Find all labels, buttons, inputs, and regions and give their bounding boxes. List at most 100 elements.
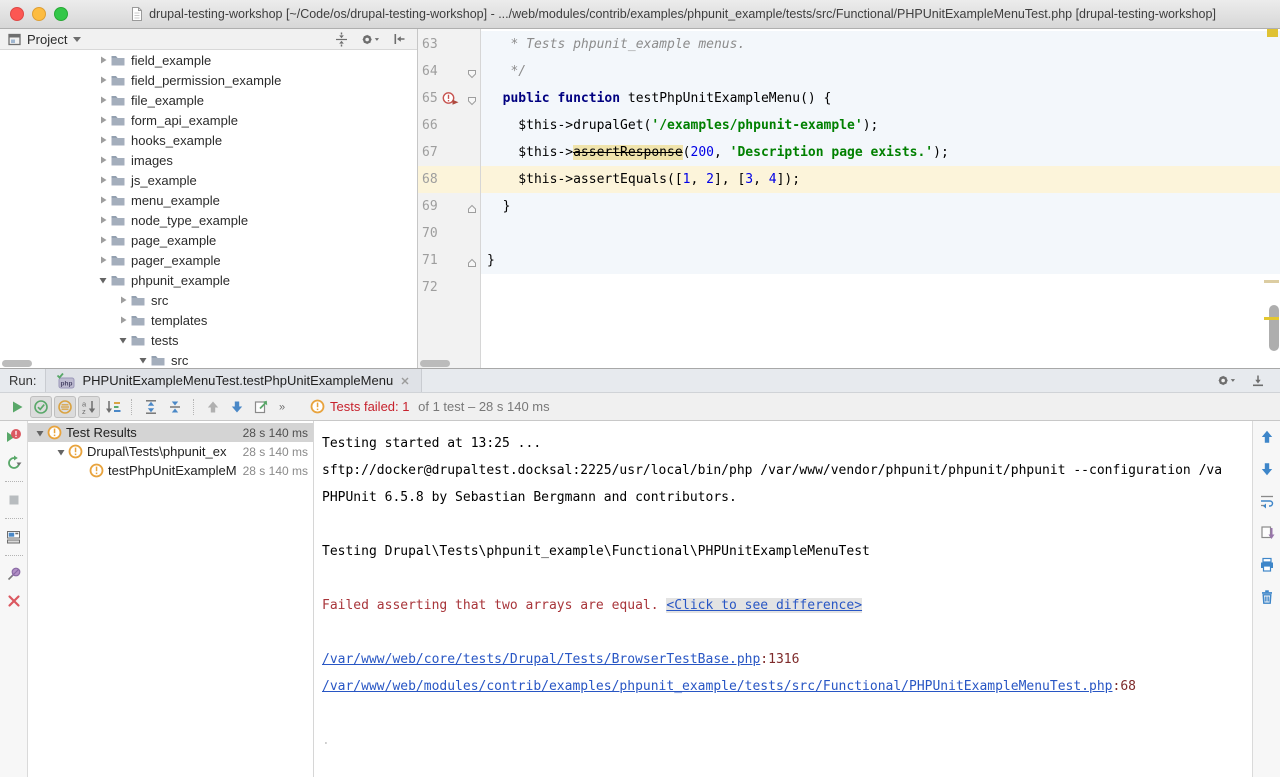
run-settings-button[interactable] — [1216, 371, 1236, 391]
pin-tab-button[interactable] — [4, 564, 24, 584]
chevron-right-icon[interactable] — [95, 234, 110, 246]
code-line[interactable] — [487, 220, 1280, 247]
show-ignored-toggle[interactable] — [54, 396, 76, 418]
project-tree-item[interactable]: templates — [0, 310, 417, 330]
project-tree-item[interactable]: js_example — [0, 170, 417, 190]
editor-vertical-scrollbar[interactable] — [1269, 305, 1279, 351]
chevron-down-icon[interactable] — [95, 274, 110, 286]
chevron-right-icon[interactable] — [95, 154, 110, 166]
chevron-right-icon[interactable] — [95, 194, 110, 206]
chevron-right-icon[interactable] — [95, 54, 110, 66]
hide-run-panel-button[interactable] — [1248, 371, 1268, 391]
test-tree-item[interactable]: testPhpUnitExampleM28 s 140 ms — [28, 461, 313, 480]
project-tree-item[interactable]: node_type_example — [0, 210, 417, 230]
project-tree-item[interactable]: phpunit_example — [0, 270, 417, 290]
fold-marker-icon[interactable] — [467, 93, 477, 111]
test-tree-item[interactable]: Test Results28 s 140 ms — [28, 423, 313, 442]
code-line[interactable]: } — [487, 247, 1280, 274]
chevron-right-icon[interactable] — [115, 314, 130, 326]
hide-project-panel-button[interactable] — [389, 29, 409, 49]
close-tab-button[interactable] — [4, 591, 24, 611]
project-tree-item[interactable]: menu_example — [0, 190, 417, 210]
chevron-right-icon[interactable] — [95, 94, 110, 106]
close-icon[interactable] — [399, 375, 411, 387]
project-tree-item[interactable]: src — [0, 350, 417, 368]
next-failed-test-button[interactable] — [226, 396, 248, 418]
minimize-window-button[interactable] — [32, 7, 46, 21]
project-tree-item[interactable]: tests — [0, 330, 417, 350]
chevron-down-icon[interactable] — [32, 427, 47, 439]
project-tree-item[interactable]: form_api_example — [0, 110, 417, 130]
code-line[interactable]: $this->assertResponse(200, 'Description … — [487, 139, 1280, 166]
up-stack-trace-button[interactable] — [1257, 427, 1277, 447]
chevron-right-icon[interactable] — [95, 74, 110, 86]
console-text: Failed asserting that two arrays are equ… — [322, 598, 666, 613]
chevron-right-icon[interactable] — [95, 254, 110, 266]
code-line[interactable]: public function testPhpUnitExampleMenu()… — [487, 85, 1280, 112]
more-actions-button[interactable]: » — [274, 396, 296, 418]
expand-all-button[interactable] — [140, 396, 162, 418]
fold-marker-icon[interactable] — [467, 255, 477, 273]
code-editor[interactable]: * Tests phpunit_example menus. */ public… — [418, 29, 1280, 368]
restore-layout-button[interactable] — [4, 527, 24, 547]
zoom-window-button[interactable] — [54, 7, 68, 21]
scroll-to-end-button[interactable] — [1257, 523, 1277, 543]
warning-stripe-mark[interactable] — [1264, 317, 1279, 320]
import-test-results-button[interactable] — [250, 396, 272, 418]
project-tree-item[interactable]: file_example — [0, 90, 417, 110]
chevron-down-icon[interactable] — [115, 334, 130, 346]
soft-wrap-toggle[interactable] — [1257, 491, 1277, 511]
previous-failed-test-button[interactable] — [202, 396, 224, 418]
chevron-right-icon[interactable] — [95, 214, 110, 226]
editor-horizontal-scrollbar[interactable] — [420, 360, 450, 367]
code-line[interactable]: $this->assertEquals([1, 2], [3, 4]); — [487, 166, 1280, 193]
chevron-right-icon[interactable] — [95, 134, 110, 146]
sort-alphabetically-toggle[interactable]: az — [78, 396, 100, 418]
code-line[interactable]: * Tests phpunit_example menus. — [487, 31, 1280, 58]
show-passed-toggle[interactable] — [30, 396, 52, 418]
project-tree-item[interactable]: src — [0, 290, 417, 310]
project-tree-item[interactable]: field_example — [0, 50, 417, 70]
chevron-down-icon[interactable] — [135, 354, 150, 366]
sort-by-duration-toggle[interactable] — [102, 396, 124, 418]
diff-link[interactable]: <Click to see difference> — [666, 598, 862, 613]
clear-all-button[interactable] — [1257, 587, 1277, 607]
code-line[interactable]: } — [487, 193, 1280, 220]
stop-button[interactable] — [4, 490, 24, 510]
scroll-from-source-button[interactable] — [331, 29, 351, 49]
chevron-right-icon[interactable] — [95, 174, 110, 186]
project-tree-item[interactable]: field_permission_example — [0, 70, 417, 90]
code-line[interactable]: */ — [487, 58, 1280, 85]
rerun-button[interactable] — [4, 453, 24, 473]
error-stripe-mark[interactable] — [1264, 280, 1279, 283]
file-link[interactable]: /var/www/web/core/tests/Drupal/Tests/Bro… — [322, 652, 760, 667]
folder-icon — [110, 152, 126, 168]
collapse-all-button[interactable] — [164, 396, 186, 418]
chevron-down-icon[interactable] — [73, 37, 81, 42]
chevron-down-icon[interactable] — [53, 446, 68, 458]
close-window-button[interactable] — [10, 7, 24, 21]
project-horizontal-scrollbar[interactable] — [2, 360, 32, 367]
down-stack-trace-button[interactable] — [1257, 459, 1277, 479]
project-tree-item[interactable]: page_example — [0, 230, 417, 250]
code-line[interactable] — [487, 274, 1280, 301]
project-panel-header[interactable]: Project — [0, 29, 417, 50]
chevron-right-icon[interactable] — [95, 114, 110, 126]
chevron-right-icon[interactable] — [115, 294, 130, 306]
rerun-failed-tests-button[interactable] — [4, 426, 24, 446]
rerun-tests-button[interactable] — [6, 396, 28, 418]
inspection-status-icon[interactable] — [1267, 29, 1278, 37]
code-line[interactable]: $this->drupalGet('/examples/phpunit-exam… — [487, 112, 1280, 139]
failed-test-icon[interactable] — [442, 91, 460, 111]
project-settings-button[interactable] — [360, 29, 380, 49]
test-tree-item[interactable]: Drupal\Tests\phpunit_ex28 s 140 ms — [28, 442, 313, 461]
project-tree-item[interactable]: pager_example — [0, 250, 417, 270]
print-button[interactable] — [1257, 555, 1277, 575]
run-configuration-tab[interactable]: php PHPUnitExampleMenuTest.testPhpUnitEx… — [45, 369, 422, 392]
fold-marker-icon[interactable] — [467, 201, 477, 219]
project-tree-item[interactable]: hooks_example — [0, 130, 417, 150]
file-link[interactable]: /var/www/web/modules/contrib/examples/ph… — [322, 679, 1113, 694]
project-tree-item[interactable]: images — [0, 150, 417, 170]
test-console-output[interactable]: Testing started at 13:25 ...sftp://docke… — [314, 421, 1252, 777]
fold-marker-icon[interactable] — [467, 66, 477, 84]
